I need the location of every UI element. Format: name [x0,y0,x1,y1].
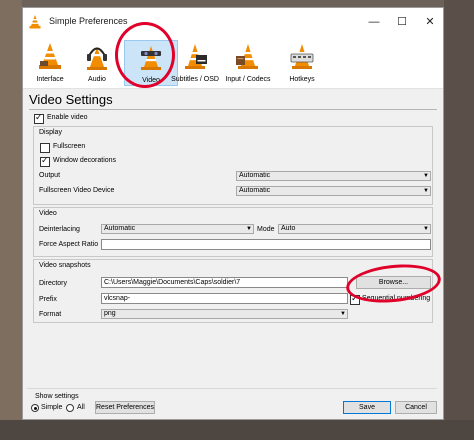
page-title: Video Settings [29,92,113,107]
format-label: Format [39,311,62,318]
directory-label: Directory [39,280,68,287]
mode-select-value: Auto [281,225,296,232]
save-button[interactable]: Save [343,401,391,414]
deinterlacing-select[interactable]: Automatic ▼ [101,224,254,234]
deinterlacing-label: Deinterlacing [39,226,80,233]
footer-divider [27,388,437,389]
tab-audio[interactable]: Audio [70,40,124,86]
vlc-cone-icon [39,43,61,69]
all-radio-label: All [77,404,85,411]
category-toolbar: Interface Audio Video Subtitles / OSD In… [23,36,443,89]
title-bar[interactable]: Simple Preferences — ☐ ✕ [23,8,443,36]
simple-radio-label: Simple [41,404,63,411]
tab-interface[interactable]: Interface [23,40,77,86]
tab-hotkeys[interactable]: Hotkeys [275,40,329,86]
reset-preferences-button[interactable]: Reset Preferences [95,401,155,414]
input-cone-icon [236,44,258,69]
tab-audio-label: Audio [88,76,106,83]
enable-video-label: Enable video [47,114,88,121]
fullscreen-label: Fullscreen [53,143,86,150]
browse-button[interactable]: Browse... [356,276,431,289]
display-group-title: Display [39,129,62,136]
window-title: Simple Preferences [49,16,128,26]
output-label: Output [39,172,61,179]
output-select[interactable]: Automatic ▼ [236,171,431,181]
tab-input-codecs[interactable]: Input / Codecs [221,40,275,86]
chevron-down-icon: ▼ [423,188,429,194]
hotkeys-cone-icon [290,44,314,69]
desktop-background-left [0,0,22,440]
chevron-down-icon: ▼ [423,173,429,179]
video-cone-icon [141,46,161,70]
maximize-button[interactable]: ☐ [391,14,413,30]
tab-interface-label: Interface [36,76,64,83]
close-button[interactable]: ✕ [419,14,441,30]
chevron-down-icon: ▼ [340,311,346,317]
all-radio[interactable] [66,404,74,412]
directory-input[interactable]: C:\Users\Maggie\Documents\Caps\soldier\7 [101,277,348,288]
fullscreen-device-label: Fullscreen Video Device [39,187,115,194]
subtitles-cone-icon [185,44,207,69]
format-select-value: png [104,310,116,317]
tab-hotkeys-label: Hotkeys [289,76,315,83]
window-decorations-label: Window decorations [53,157,117,164]
sequential-numbering-checkbox[interactable] [350,293,360,305]
minimize-button[interactable]: — [363,14,385,30]
fullscreen-checkbox[interactable] [40,143,50,153]
output-select-value: Automatic [239,172,271,179]
tab-input-codecs-label: Input / Codecs [225,76,271,83]
prefix-label: Prefix [39,296,57,303]
tab-subtitles-osd-label: Subtitles / OSD [171,76,219,83]
format-select[interactable]: png ▼ [101,309,348,319]
sequential-numbering-label: Sequential numbering [362,295,431,302]
deinterlacing-select-value: Automatic [104,225,136,232]
video-snapshots-group-title: Video snapshots [39,262,91,269]
simple-radio[interactable] [31,404,39,412]
desktop-background-bottom [0,420,474,440]
force-aspect-ratio-input[interactable] [101,239,431,250]
vlc-app-icon [29,15,41,29]
chevron-down-icon: ▼ [423,226,429,232]
tab-subtitles-osd[interactable]: Subtitles / OSD [168,40,222,86]
chevron-down-icon: ▼ [246,226,252,232]
window-decorations-checkbox[interactable] [40,155,50,167]
desktop-background-right [444,0,474,440]
cancel-button[interactable]: Cancel [395,401,437,414]
enable-video-checkbox[interactable] [34,112,44,124]
title-divider [29,109,437,110]
fullscreen-device-select-value: Automatic [239,187,271,194]
prefix-input[interactable]: vlcsnap- [101,293,348,304]
force-aspect-ratio-label: Force Aspect Ratio [39,241,99,248]
preferences-window: Simple Preferences — ☐ ✕ Interface Audio… [22,7,444,420]
video-group-title: Video [39,210,57,217]
show-settings-label: Show settings [35,393,79,400]
headphones-icon [87,47,107,70]
mode-select[interactable]: Auto ▼ [278,224,431,234]
fullscreen-device-select[interactable]: Automatic ▼ [236,186,431,196]
mode-label: Mode [257,226,275,233]
